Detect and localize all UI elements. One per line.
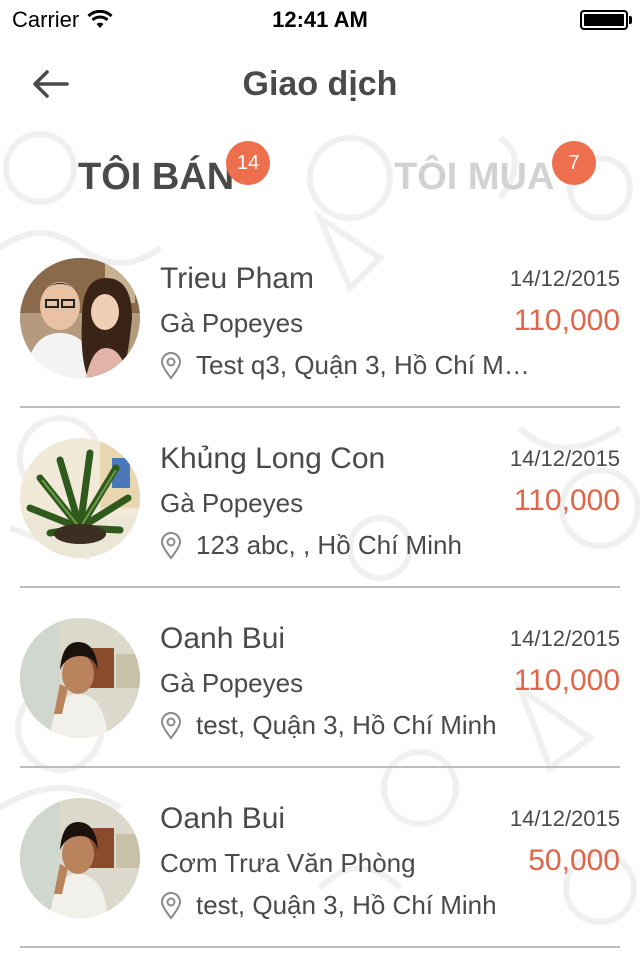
buyer-name: Khủng Long Con xyxy=(160,442,386,475)
transaction-row[interactable]: Trieu Pham 14/12/2015 Gà Popeyes 110,000… xyxy=(0,228,640,408)
address-text: test, Quận 3, Hồ Chí Minh xyxy=(196,710,497,740)
location-pin-icon xyxy=(160,711,182,740)
transaction-date: 14/12/2015 xyxy=(509,626,620,651)
buyer-name: Oanh Bui xyxy=(160,622,286,655)
address: Test q3, Quận 3, Hồ Chí M… xyxy=(160,350,530,381)
address: test, Quận 3, Hồ Chí Minh xyxy=(160,890,497,921)
battery-icon xyxy=(580,10,632,30)
avatar xyxy=(20,798,140,918)
price: 110,000 xyxy=(513,484,620,517)
address-text: Test q3, Quận 3, Hồ Chí M… xyxy=(196,350,530,380)
transaction-row[interactable]: Khủng Long Con 14/12/2015 Gà Popeyes 110… xyxy=(0,408,640,588)
price: 50,000 xyxy=(528,844,620,877)
location-pin-icon xyxy=(160,891,182,920)
tab-toi-ban-badge: 14 xyxy=(226,141,270,185)
location-pin-icon xyxy=(160,351,182,380)
item-name: Gà Popeyes xyxy=(160,488,304,518)
transaction-date: 14/12/2015 xyxy=(509,806,620,831)
avatar xyxy=(20,438,140,558)
item-name: Gà Popeyes xyxy=(160,668,304,698)
item-name: Gà Popeyes xyxy=(160,308,304,338)
avatar xyxy=(20,618,140,738)
address: test, Quận 3, Hồ Chí Minh xyxy=(160,710,497,741)
address-text: 123 abc, , Hồ Chí Minh xyxy=(196,530,462,560)
price: 110,000 xyxy=(513,664,620,697)
transaction-date: 14/12/2015 xyxy=(509,266,620,291)
tab-toi-mua-badge: 7 xyxy=(552,141,596,185)
location-pin-icon xyxy=(160,531,182,560)
price: 110,000 xyxy=(513,304,620,337)
carrier-label: Carrier xyxy=(12,7,80,32)
wifi-icon xyxy=(87,10,113,28)
status-left: Carrier xyxy=(12,7,113,33)
back-button[interactable] xyxy=(28,62,72,106)
segment-tabs: TÔI BÁN TÔI MUA xyxy=(0,128,640,228)
transaction-date: 14/12/2015 xyxy=(509,446,620,471)
tab-toi-ban[interactable]: TÔI BÁN xyxy=(78,156,234,199)
address-text: test, Quận 3, Hồ Chí Minh xyxy=(196,890,497,920)
buyer-name: Oanh Bui xyxy=(160,802,286,835)
arrow-left-icon xyxy=(33,70,69,98)
transaction-list: Trieu Pham 14/12/2015 Gà Popeyes 110,000… xyxy=(0,228,640,948)
page-title: Giao dịch xyxy=(242,64,398,103)
address: 123 abc, , Hồ Chí Minh xyxy=(160,530,462,561)
avatar xyxy=(20,258,140,378)
transaction-row[interactable]: Oanh Bui 14/12/2015 Gà Popeyes 110,000 t… xyxy=(0,588,640,768)
tab-toi-mua[interactable]: TÔI MUA xyxy=(394,156,554,199)
nav-bar: Giao dịch xyxy=(0,40,640,128)
item-name: Cơm Trưa Văn Phòng xyxy=(160,848,416,878)
status-bar: Carrier 12:41 AM xyxy=(0,0,640,40)
row-divider xyxy=(20,946,620,948)
transaction-row[interactable]: Oanh Bui 14/12/2015 Cơm Trưa Văn Phòng 5… xyxy=(0,768,640,948)
buyer-name: Trieu Pham xyxy=(160,262,314,295)
